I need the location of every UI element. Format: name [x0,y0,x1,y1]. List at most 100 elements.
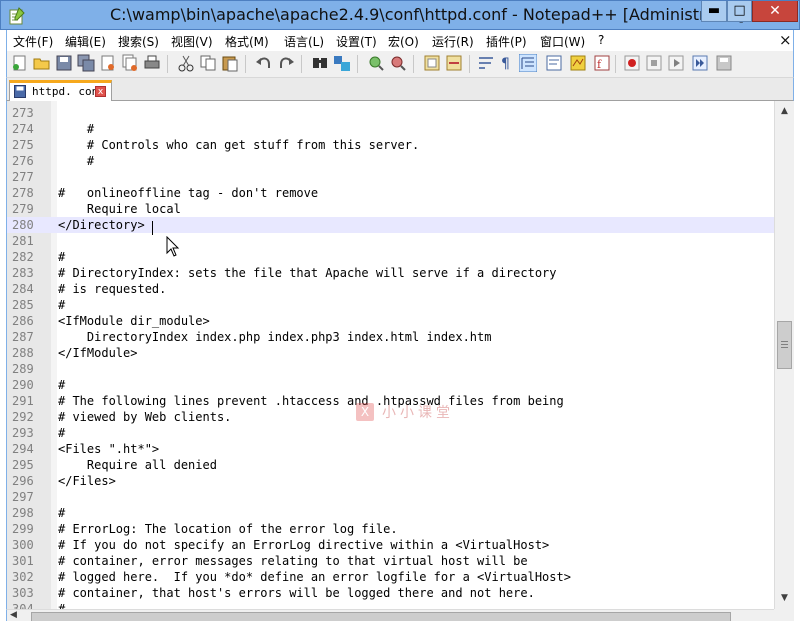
menu-macro[interactable]: 宏(O) [388,33,419,50]
close-icon[interactable] [99,54,117,72]
code-line[interactable]: 297 [7,489,774,505]
close-document-button[interactable]: × [779,31,792,49]
vertical-scroll-thumb[interactable] [777,321,792,369]
copy-icon[interactable] [199,54,217,72]
save-icon[interactable] [55,54,73,72]
line-text[interactable]: Require all denied [58,457,217,473]
code-line[interactable]: 280 </Directory> [7,217,774,233]
redo-icon[interactable] [277,54,295,72]
code-line[interactable]: 296 </Files> [7,473,774,489]
code-line[interactable]: 294 <Files ".ht*"> [7,441,774,457]
show-all-chars-icon[interactable]: ¶ [497,54,515,72]
menu-search[interactable]: 搜索(S) [118,33,159,50]
minimize-button[interactable]: ▬ [701,1,727,22]
code-line[interactable]: 286 <IfModule dir_module> [7,313,774,329]
menu-language[interactable]: 语言(L) [284,33,324,50]
vertical-scrollbar[interactable]: ▲ ▼ [774,101,794,609]
code-line[interactable]: 277 [7,169,774,185]
line-text[interactable]: </Files> [58,473,116,489]
tab-close-button[interactable]: x [95,86,106,97]
line-text[interactable]: # onlineoffline tag - don't remove [58,185,318,201]
line-text[interactable]: <IfModule dir_module> [58,313,210,329]
line-text[interactable]: # [58,297,65,313]
code-line[interactable]: 293 # [7,425,774,441]
line-text[interactable]: </Directory> [58,217,145,233]
line-text[interactable]: # [58,377,65,393]
code-line[interactable]: 278 # onlineoffline tag - don't remove [7,185,774,201]
menu-plugins[interactable]: 插件(P) [486,33,527,50]
code-line[interactable]: 299 # ErrorLog: The location of the error… [7,521,774,537]
line-text[interactable]: Require local [58,201,181,217]
code-line[interactable]: 302 # logged here. If you *do* define an … [7,569,774,585]
menu-window[interactable]: 窗口(W) [540,33,585,50]
function-list-icon[interactable]: f [593,54,611,72]
save-macro-icon[interactable] [715,54,733,72]
code-line[interactable]: 300 # If you do not specify an ErrorLog d… [7,537,774,553]
code-line[interactable]: 282 # [7,249,774,265]
scroll-up-button[interactable]: ▲ [776,103,793,120]
line-text[interactable]: # ErrorLog: The location of the error lo… [58,521,398,537]
replace-icon[interactable] [333,54,351,72]
undo-icon[interactable] [255,54,273,72]
menu-run[interactable]: 运行(R) [432,33,474,50]
print-icon[interactable] [143,54,161,72]
horizontal-scroll-thumb[interactable] [31,612,731,621]
code-line[interactable]: 274 # [7,121,774,137]
code-line[interactable]: 303 # container, that host's errors will … [7,585,774,601]
line-text[interactable]: # [58,425,65,441]
line-text[interactable]: # container, that host's errors will be … [58,585,535,601]
line-text[interactable]: # container, error messages relating to … [58,553,528,569]
line-text[interactable]: # [58,249,65,265]
code-line[interactable]: 287 DirectoryIndex index.php index.php3 … [7,329,774,345]
user-language-icon[interactable] [545,54,563,72]
horizontal-scrollbar[interactable]: ◀ [6,609,774,621]
code-line[interactable]: 295 Require all denied [7,457,774,473]
close-window-button[interactable]: ✕ [752,1,798,22]
code-line[interactable]: 279 Require local [7,201,774,217]
code-line[interactable]: 281 [7,233,774,249]
line-text[interactable]: # is requested. [58,281,166,297]
line-text[interactable]: </IfModule> [58,345,137,361]
paste-icon[interactable] [221,54,239,72]
menu-settings[interactable]: 设置(T) [336,33,377,50]
play-macro-icon[interactable] [667,54,685,72]
cut-icon[interactable] [177,54,195,72]
run-macro-multiple-icon[interactable] [691,54,709,72]
code-line[interactable]: 298 # [7,505,774,521]
save-all-icon[interactable] [77,54,95,72]
menu-edit[interactable]: 编辑(E) [65,33,106,50]
indent-guide-icon[interactable] [519,54,537,72]
line-text[interactable]: # [58,505,65,521]
new-file-icon[interactable] [11,54,29,72]
word-wrap-icon[interactable] [477,54,495,72]
code-line[interactable]: 304 # [7,601,774,609]
close-all-icon[interactable] [121,54,139,72]
text-editor[interactable]: 273 274 #275 # Controls who can get stuff… [6,101,774,609]
menu-view[interactable]: 视图(V) [171,33,213,50]
stop-macro-icon[interactable] [645,54,663,72]
line-text[interactable]: # [58,601,65,609]
scroll-left-button[interactable]: ◀ [10,610,17,620]
scroll-down-button[interactable]: ▼ [776,590,793,607]
code-line[interactable]: 276 # [7,153,774,169]
record-macro-icon[interactable] [623,54,641,72]
tab-httpd-conf[interactable]: httpd. conf x [9,80,112,101]
line-text[interactable]: # [58,121,94,137]
code-line[interactable]: 283 # DirectoryIndex: sets the file that … [7,265,774,281]
line-text[interactable]: # [58,153,94,169]
find-icon[interactable] [311,54,329,72]
sync-horizontal-icon[interactable] [445,54,463,72]
zoom-in-icon[interactable] [367,54,385,72]
code-line[interactable]: 273 [7,105,774,121]
line-text[interactable]: # logged here. If you *do* define an err… [58,569,571,585]
doc-map-icon[interactable] [569,54,587,72]
code-line[interactable]: 289 [7,361,774,377]
menu-help[interactable]: ? [598,33,604,47]
line-text[interactable]: # The following lines prevent .htaccess … [58,393,564,409]
line-text[interactable]: <Files ".ht*"> [58,441,159,457]
line-text[interactable]: DirectoryIndex index.php index.php3 inde… [58,329,492,345]
line-text[interactable]: # viewed by Web clients. [58,409,231,425]
code-line[interactable]: 275 # Controls who can get stuff from th… [7,137,774,153]
menu-format[interactable]: 格式(M) [225,33,269,50]
sync-vertical-icon[interactable] [423,54,441,72]
